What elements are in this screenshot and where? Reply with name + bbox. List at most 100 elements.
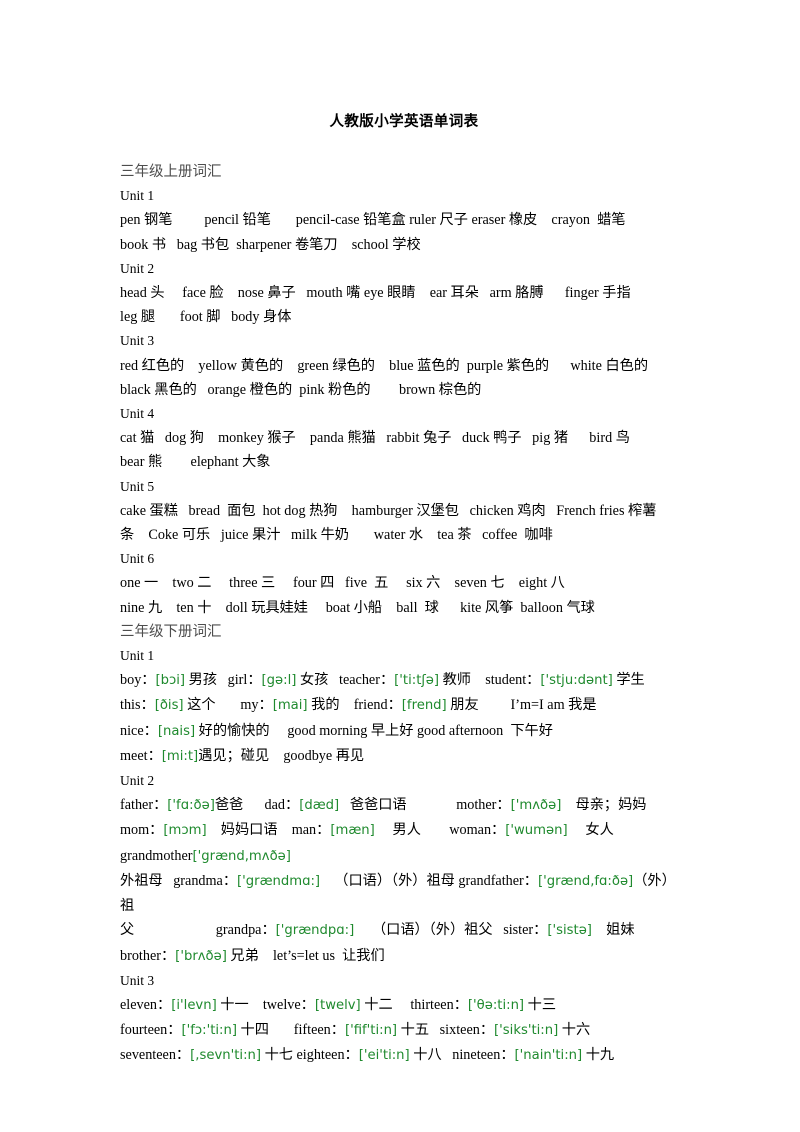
phonetic-transcription: ['nain'ti:n] (514, 1048, 583, 1064)
word-line: grandmother['grænd,mʌðə] (120, 844, 688, 869)
word-text: 女人 (567, 822, 614, 839)
word-text: 十四 fifteen： (236, 1022, 345, 1039)
document-body: 三年级上册词汇 Unit 1 pen 钢笔 pencil 铅笔 pencil-cas… (120, 160, 688, 1069)
word-line: this：[ðis] 这个 my：[mai] 我的 friend：[frend]… (120, 693, 688, 718)
phonetic-transcription: [gə:l] (261, 673, 297, 689)
word-text: 妈妈口语 man： (206, 822, 331, 839)
word-text: 男孩 (185, 672, 228, 689)
word-text: my： (240, 697, 273, 714)
phonetic-transcription: ['fɑ:ðə] (167, 798, 215, 814)
phonetic-transcription: [,sevn'ti:n] (190, 1048, 262, 1064)
word-text: grandmother (120, 847, 193, 864)
word-text: father： (120, 797, 168, 814)
word-text: fourteen： (120, 1022, 182, 1039)
phonetic-transcription: ['grænd,fɑ:ðə] (537, 873, 634, 889)
word-text: 十五 sixteen： (397, 1022, 495, 1039)
word-text: 爸爸 dad： (214, 797, 300, 814)
word-text: eleven： (120, 996, 172, 1013)
unit-heading: Unit 2 (120, 260, 155, 276)
unit-heading: Unit 3 (120, 333, 155, 349)
unit-heading: Unit 1 (120, 188, 155, 204)
word-line: bear 熊 elephant 大象 (120, 454, 271, 471)
phonetic-transcription: ['ti:tʃə] (394, 673, 440, 689)
phonetic-transcription: [mi:t] (161, 748, 199, 764)
unit-heading: Unit 1 (120, 648, 155, 664)
unit-heading: Unit 2 (120, 773, 155, 789)
word-line: father：['fɑ:ðə]爸爸 dad：[dæd] 爸爸口语 mother：… (120, 793, 688, 818)
word-line: one 一 two 二 three 三 four 四 five 五 six 六 … (120, 575, 565, 592)
word-line: cake 蛋糕 bread 面包 hot dog 热狗 hamburger 汉堡… (120, 502, 657, 519)
word-text: 好的愉快的 good morning 早上好 good afternoon 下午… (195, 722, 553, 739)
phonetic-transcription: ['stju:dənt] (540, 673, 613, 689)
word-line: nice：[nais] 好的愉快的 good morning 早上好 good … (120, 719, 688, 744)
phonetic-transcription: ['grændmɑ:] (237, 873, 321, 889)
phonetic-transcription: ['fɔ:'ti:n] (181, 1023, 237, 1039)
word-text: this： (120, 697, 155, 714)
section-heading: 三年级上册词汇 (120, 164, 222, 180)
word-text: 外祖母 grandma： (120, 872, 238, 889)
word-text: brother： (120, 947, 176, 964)
phonetic-transcription: ['ei'ti:n] (358, 1048, 410, 1064)
word-line: cat 猫 dog 狗 monkey 猴子 panda 熊猫 rabbit 兔子… (120, 430, 630, 447)
word-line: head 头 face 脸 nose 鼻子 mouth 嘴 eye 眼睛 ear… (120, 285, 631, 302)
word-text: friend： (353, 697, 402, 714)
phonetic-transcription: ['mʌðə] (510, 798, 562, 814)
phonetic-transcription: ['grændpɑ:] (275, 923, 355, 939)
phonetic-transcription: [dæd] (299, 798, 340, 814)
word-line: pen 钢笔 pencil 铅笔 pencil-case 铅笔盒 ruler 尺… (120, 212, 626, 229)
phonetic-transcription: [ðis] (154, 698, 184, 714)
word-text: seventeen： (120, 1047, 191, 1064)
page-title: 人教版小学英语单词表 (329, 114, 479, 130)
word-line: seventeen：[,sevn'ti:n] 十七 eighteen：['ei'… (120, 1043, 688, 1068)
word-text: 女孩 (296, 672, 339, 689)
word-text: 我的 (307, 697, 354, 714)
word-text: 学生 (612, 672, 645, 689)
word-text: 十二 thirteen： (360, 996, 468, 1013)
unit-heading: Unit 3 (120, 972, 155, 988)
phonetic-transcription: ['siks'ti:n] (494, 1023, 559, 1039)
word-text: 母亲；妈妈 (561, 797, 647, 814)
word-line: 外祖母 grandma：['grændmɑ:] （口语）（外）祖母 grandf… (120, 869, 688, 918)
word-line: book 书 bag 书包 sharpener 卷笔刀 school 学校 (120, 236, 421, 253)
word-text: 爸爸口语 mother： (339, 797, 511, 814)
word-line: 父 grandpa：['grændpɑ:] （口语）（外）祖父 sister：[… (120, 918, 688, 943)
word-text: 十七 eighteen： (261, 1047, 359, 1064)
phonetic-transcription: [frend] (401, 698, 447, 714)
unit-heading: Unit 6 (120, 551, 155, 567)
word-line: black 黑色的 orange 橙色的 pink 粉色的 brown 棕色的 (120, 381, 482, 398)
word-text: 遇见；碰见 goodbye 再见 (198, 747, 365, 764)
word-line: 条 Coke 可乐 juice 果汁 milk 牛奶 water 水 tea 茶… (120, 527, 553, 544)
phonetic-transcription: [i'levn] (171, 997, 217, 1013)
word-line: boy：[bɔi] 男孩 girl：[gə:l] 女孩 teacher：['ti… (120, 668, 688, 693)
word-text: meet： (120, 747, 162, 764)
word-text: 兄弟 let’s=let us 让我们 (226, 947, 385, 964)
phonetic-transcription: ['θə:ti:n] (467, 997, 525, 1013)
word-text: 十六 (558, 1022, 591, 1039)
word-text: 教师 (439, 672, 486, 689)
word-text: 朋友 I’m=I am 我是 (446, 697, 597, 714)
word-line: red 红色的 yellow 黄色的 green 绿色的 blue 蓝色的 pu… (120, 357, 649, 374)
word-text: （口语）（外）祖母 grandfather： (320, 872, 538, 889)
word-text: 十九 (582, 1047, 615, 1064)
word-text: boy： (120, 672, 156, 689)
phonetic-transcription: ['fif'ti:n] (344, 1023, 398, 1039)
word-line: eleven：[i'levn] 十一 twelve：[twelv] 十二 thi… (120, 993, 688, 1018)
word-line: nine 九 ten 十 doll 玩具娃娃 boat 小船 ball 球 ki… (120, 599, 595, 616)
word-text: 男人 woman： (374, 822, 506, 839)
word-text: mom： (120, 822, 164, 839)
word-text: 父 grandpa： (120, 922, 276, 939)
phonetic-transcription: ['brʌðə] (175, 948, 227, 964)
word-text: nice： (120, 722, 158, 739)
phonetic-transcription: [mai] (272, 698, 308, 714)
word-text: 十三 (524, 996, 557, 1013)
word-text: 十八 nineteen： (409, 1047, 515, 1064)
word-text: 十一 twelve： (216, 996, 315, 1013)
word-line: mom：[mɔm] 妈妈口语 man：[mæn] 男人 woman：['wumə… (120, 818, 688, 843)
word-text: student： (485, 672, 541, 689)
phonetic-transcription: [mæn] (330, 823, 375, 839)
word-line: fourteen：['fɔ:'ti:n] 十四 fifteen：['fif'ti… (120, 1018, 688, 1043)
section-heading: 三年级下册词汇 (120, 623, 222, 640)
word-line: brother：['brʌðə] 兄弟 let’s=let us 让我们 (120, 944, 688, 969)
word-text: girl： (227, 672, 262, 689)
word-line: meet：[mi:t]遇见；碰见 goodbye 再见 (120, 744, 688, 769)
